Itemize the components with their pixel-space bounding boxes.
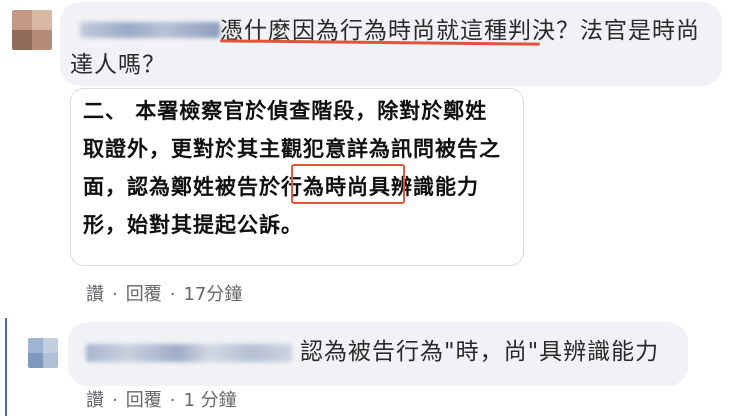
like-button[interactable]: 讚 <box>86 386 104 412</box>
avatar-pixel <box>28 353 43 368</box>
avatar[interactable] <box>28 338 58 368</box>
separator: · <box>169 390 176 411</box>
comment-body: 認為被告行為"時，尚"具辨識能力 <box>300 339 660 365</box>
reply-button[interactable]: 回覆 <box>126 386 162 412</box>
document-line: 取證外，更對於其主觀犯意詳為訊問被告之 <box>83 137 501 161</box>
avatar-pixel <box>43 353 58 368</box>
timestamp[interactable]: 1 分鐘 <box>183 386 236 412</box>
reply-button[interactable]: 回覆 <box>126 280 162 306</box>
separator: · <box>112 390 118 411</box>
avatar-pixel <box>12 10 32 30</box>
document-line: 二、 本署檢察官於偵查階段，除對於鄭姓 <box>83 99 488 123</box>
document-line: 形，始對其提起公訴。 <box>83 213 303 237</box>
separator: · <box>112 284 118 305</box>
comment-body: 憑什麼因為行為時尚就這種判決？法官是時尚達人嗎？ <box>70 18 700 78</box>
like-button[interactable]: 讚 <box>86 280 104 306</box>
comment-actions: 讚 · 回覆 · 17分鐘 <box>86 280 242 306</box>
avatar-pixel <box>28 338 43 353</box>
avatar-pixel <box>12 30 32 50</box>
comment-actions: 讚 · 回覆 · 1 分鐘 <box>86 386 237 412</box>
comment-text: 憑什麼因為行為時尚就這種判決？法官是時尚達人嗎？ <box>70 14 710 82</box>
red-box-annotation <box>291 164 405 204</box>
reply-thread-line <box>5 318 7 416</box>
avatar-pixel <box>32 10 52 30</box>
document-line: 面，認為鄭姓被告於行為時尚具辨識能力 <box>83 175 479 199</box>
commenter-name-blurred[interactable] <box>86 344 292 362</box>
avatar-pixel <box>32 30 52 50</box>
avatar[interactable] <box>12 10 52 50</box>
attached-document-image[interactable]: 二、 本署檢察官於偵查階段，除對於鄭姓 取證外，更對於其主觀犯意詳為訊問被告之 … <box>70 88 524 266</box>
timestamp[interactable]: 17分鐘 <box>183 280 242 306</box>
avatar-pixel <box>43 338 58 353</box>
separator: · <box>169 284 176 305</box>
